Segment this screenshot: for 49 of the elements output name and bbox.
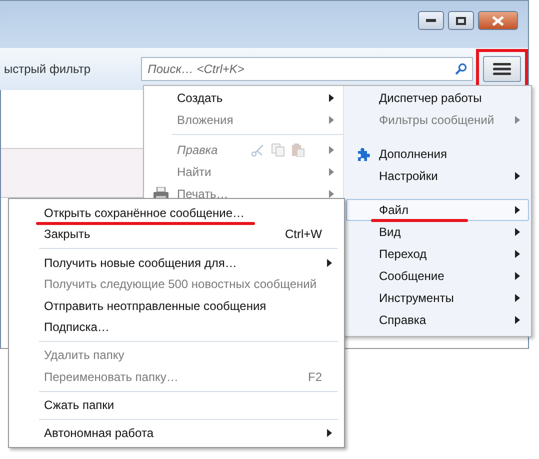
menu-item[interactable]: Открыть сохранённое сообщение… xyxy=(11,202,342,224)
menu-item[interactable]: Автономная работа xyxy=(11,422,342,444)
submenu-arrow-icon xyxy=(515,228,520,236)
quick-filter-label[interactable]: ыстрый фильтр xyxy=(4,62,141,76)
menu-item[interactable]: Сжать папки xyxy=(11,394,342,416)
scissors-icon xyxy=(251,143,265,157)
maximize-icon xyxy=(456,16,466,24)
submenu-arrow-icon xyxy=(327,429,332,438)
minimize-button[interactable] xyxy=(418,11,444,30)
submenu-arrow-icon xyxy=(515,116,520,124)
submenu-arrow-icon xyxy=(515,294,520,302)
submenu-arrow-icon xyxy=(327,258,332,266)
menu-item[interactable]: Справка xyxy=(346,309,529,331)
shortcut-label: Ctrl+W xyxy=(285,227,322,242)
menu-item[interactable]: Дополнения xyxy=(346,143,529,165)
search-icon xyxy=(455,63,467,75)
menu-item[interactable]: Диспетчер работы xyxy=(346,87,529,109)
menu-item[interactable]: Переход xyxy=(346,243,529,265)
menu-item[interactable]: Закрыть Ctrl+W xyxy=(11,224,342,245)
submenu-arrow-icon xyxy=(329,94,334,102)
menu-item[interactable]: Сообщение xyxy=(346,265,529,287)
menu-button[interactable] xyxy=(483,56,521,82)
close-button[interactable] xyxy=(478,11,518,30)
submenu-arrow-icon xyxy=(515,206,520,214)
maximize-button[interactable] xyxy=(448,11,474,30)
menu-item[interactable]: Инструменты xyxy=(346,287,529,309)
shortcut-label: F2 xyxy=(308,370,322,384)
submenu-arrow-icon xyxy=(515,316,520,324)
submenu-arrow-icon xyxy=(329,168,334,176)
paste-icon xyxy=(291,143,305,157)
menu-item[interactable]: Создать xyxy=(144,87,343,109)
submenu-arrow-icon xyxy=(329,146,334,154)
menu-item[interactable]: Получить новые сообщения для… xyxy=(11,252,342,274)
menu-icon xyxy=(493,63,511,75)
menu-item[interactable]: Отправить неотправленные сообщения xyxy=(11,294,342,316)
menu-item[interactable]: Файл xyxy=(346,199,529,221)
submenu-arrow-icon xyxy=(329,190,334,198)
menu-item[interactable]: Вид xyxy=(346,221,529,243)
close-icon xyxy=(492,16,504,26)
submenu-arrow-icon xyxy=(515,172,520,180)
submenu-arrow-icon xyxy=(515,250,520,258)
search-field[interactable]: Поиск… <Ctrl+K> xyxy=(140,57,473,81)
submenu-arrow-icon xyxy=(329,116,334,124)
submenu-arrow-icon xyxy=(515,272,520,280)
minimize-icon xyxy=(426,18,436,22)
copy-icon xyxy=(271,143,285,157)
puzzle-icon xyxy=(356,146,370,162)
menu-item[interactable]: Настройки xyxy=(346,165,529,187)
menu-item[interactable]: Подписка… xyxy=(11,316,342,338)
